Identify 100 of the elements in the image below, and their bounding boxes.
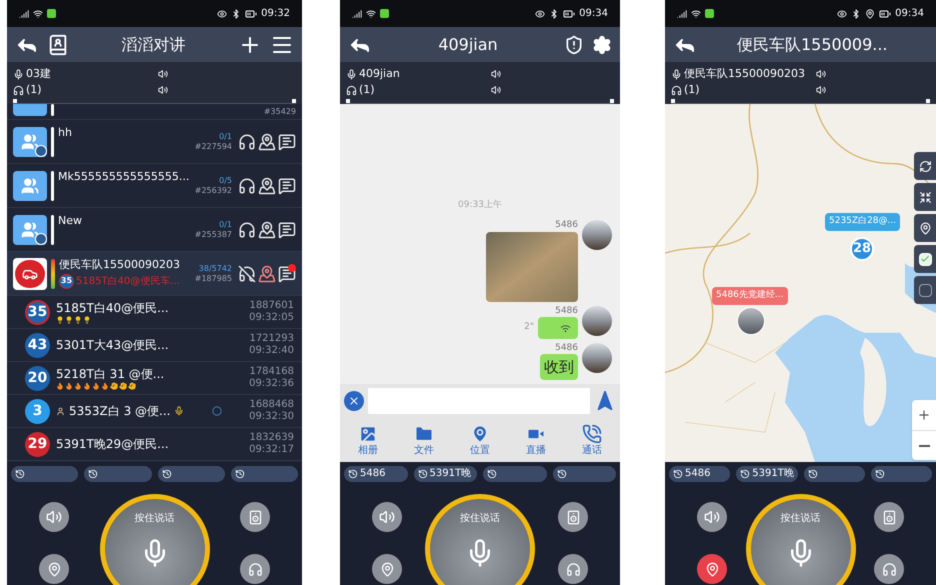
chat-icon[interactable] <box>278 132 296 150</box>
avatar-marker[interactable] <box>737 307 765 335</box>
member-id: 1721293 <box>249 332 294 345</box>
mic-icon <box>671 68 682 80</box>
map-pin-icon[interactable] <box>258 132 276 150</box>
member-time: 09:32:30 <box>249 411 294 424</box>
group-row[interactable]: 便民车队15500090203 35 5185T白40@便民车... 38/5742 #187985 <box>7 252 302 296</box>
member-count: 38/5742 <box>198 264 232 272</box>
push-to-talk-button[interactable]: 按住说话 <box>425 494 535 585</box>
map-pin-icon[interactable] <box>258 220 276 238</box>
bluetooth-headset-button[interactable] <box>558 554 588 584</box>
attach-tool[interactable]: 位置 <box>452 418 508 462</box>
member-id: 1688468 <box>249 398 294 411</box>
bluetooth-speaker-button[interactable] <box>240 502 270 532</box>
bluetooth-headset-button[interactable] <box>874 554 904 584</box>
group-name: 便民车队15500090203 <box>59 258 181 272</box>
speaker-icon <box>248 510 262 524</box>
bluetooth-headset-button[interactable] <box>240 554 270 584</box>
history-chip[interactable] <box>870 466 932 482</box>
history-icon <box>673 469 683 479</box>
volume-icon <box>816 69 826 80</box>
avatar-photo-placeholder <box>582 342 612 373</box>
headphones-icon[interactable] <box>238 132 256 150</box>
volume-icon <box>491 85 501 96</box>
location-button[interactable] <box>39 554 69 584</box>
attach-tool[interactable]: 相册 <box>340 418 396 462</box>
map-tool-button[interactable] <box>914 214 936 242</box>
history-icon <box>487 469 497 479</box>
speaker-button[interactable] <box>39 502 69 532</box>
group-number: #35429 <box>264 106 296 118</box>
wifi-icon <box>33 8 43 18</box>
clear-button[interactable] <box>344 391 364 411</box>
settings-icon[interactable] <box>592 34 612 54</box>
shield-alert-icon[interactable] <box>564 34 584 54</box>
eye-icon <box>535 8 546 18</box>
history-chip[interactable]: 5486 <box>669 466 730 482</box>
map-checkbox[interactable] <box>918 284 932 296</box>
speaker-icon <box>882 510 896 524</box>
history-icon <box>234 469 245 479</box>
eye-icon <box>217 8 228 18</box>
app-icon <box>380 9 389 18</box>
speaker-name: 409jian <box>359 66 400 82</box>
map-tool-button[interactable] <box>914 152 936 180</box>
headphones-off-icon[interactable] <box>238 264 256 282</box>
history-chip[interactable] <box>158 466 225 482</box>
bluetooth-speaker-button[interactable] <box>874 502 904 532</box>
listener-count: (1) <box>26 82 42 98</box>
chat-icon[interactable] <box>278 264 296 282</box>
history-chip[interactable]: 5391T晚 <box>414 466 477 482</box>
history-chip[interactable] <box>230 466 298 482</box>
history-chip[interactable] <box>552 466 616 482</box>
history-chip[interactable] <box>804 466 865 482</box>
attach-tool[interactable]: 文件 <box>396 418 452 462</box>
push-to-talk-button[interactable]: 按住说话 <box>100 494 210 585</box>
member-badge: 3 <box>25 398 50 424</box>
map-tool-button[interactable] <box>914 183 936 211</box>
attach-tool[interactable]: 通话 <box>564 418 620 462</box>
member-row[interactable]: 43 5301T大43@便民... 1721293 09:32:40 <box>7 329 302 362</box>
speaker-button[interactable] <box>372 502 402 532</box>
avatar-photo-placeholder <box>582 220 612 250</box>
member-badge: 29 <box>25 432 50 456</box>
history-chip[interactable] <box>84 466 152 482</box>
speaker-button[interactable] <box>697 502 727 532</box>
location-pin-icon <box>380 562 394 576</box>
battery-icon <box>563 8 576 20</box>
bluetooth-speaker-button[interactable] <box>558 502 588 532</box>
plus-icon <box>917 408 931 422</box>
history-chip[interactable]: 5486 <box>344 466 408 482</box>
history-chip[interactable]: 5391T晚 <box>736 466 798 482</box>
push-to-talk-button[interactable]: 按住说话 <box>746 494 856 585</box>
chat-icon[interactable] <box>278 220 296 238</box>
member-row[interactable]: 29 5391T晚29@便民... 1832639 09:32:17 <box>7 428 302 461</box>
avatar-photo-placeholder <box>582 306 612 336</box>
contacts-icon[interactable] <box>47 34 69 56</box>
map-pin-icon[interactable] <box>258 176 276 194</box>
chat-icon[interactable] <box>278 176 296 194</box>
history-chip[interactable] <box>483 466 546 482</box>
group-row[interactable]: #35429 <box>7 104 302 120</box>
group-row[interactable]: Mk555555555555555... 0/5 #256392 <box>7 164 302 208</box>
member-row[interactable]: 20 5218T白 31 @便... 1784168 09:32:36 <box>7 362 302 395</box>
pin-icon <box>918 222 932 234</box>
location-button[interactable] <box>372 554 402 584</box>
headphones-icon[interactable] <box>238 176 256 194</box>
member-badge: 43 <box>25 332 50 358</box>
history-chip[interactable] <box>11 466 78 482</box>
member-time: 09:32:17 <box>249 444 294 456</box>
people-icon <box>21 176 39 194</box>
location-button[interactable] <box>697 554 727 584</box>
message-input[interactable] <box>368 388 590 414</box>
group-number: #255387 <box>194 230 232 238</box>
map-pin-icon[interactable] <box>258 264 276 282</box>
group-row[interactable]: hh 0/1 #227594 <box>7 120 302 164</box>
attach-tool[interactable]: 直播 <box>508 418 564 462</box>
signal-icon <box>352 8 362 18</box>
ring-icon <box>212 406 222 416</box>
bluetooth-icon <box>231 8 242 18</box>
headphones-icon[interactable] <box>238 220 256 238</box>
member-row[interactable]: 3 5353Z白 3 @便... 1688468 09:32:30 <box>7 395 302 428</box>
member-row[interactable]: 35 5185T白40@便民... 1887601 09:32:05 <box>7 296 302 329</box>
eye-icon <box>837 8 848 18</box>
